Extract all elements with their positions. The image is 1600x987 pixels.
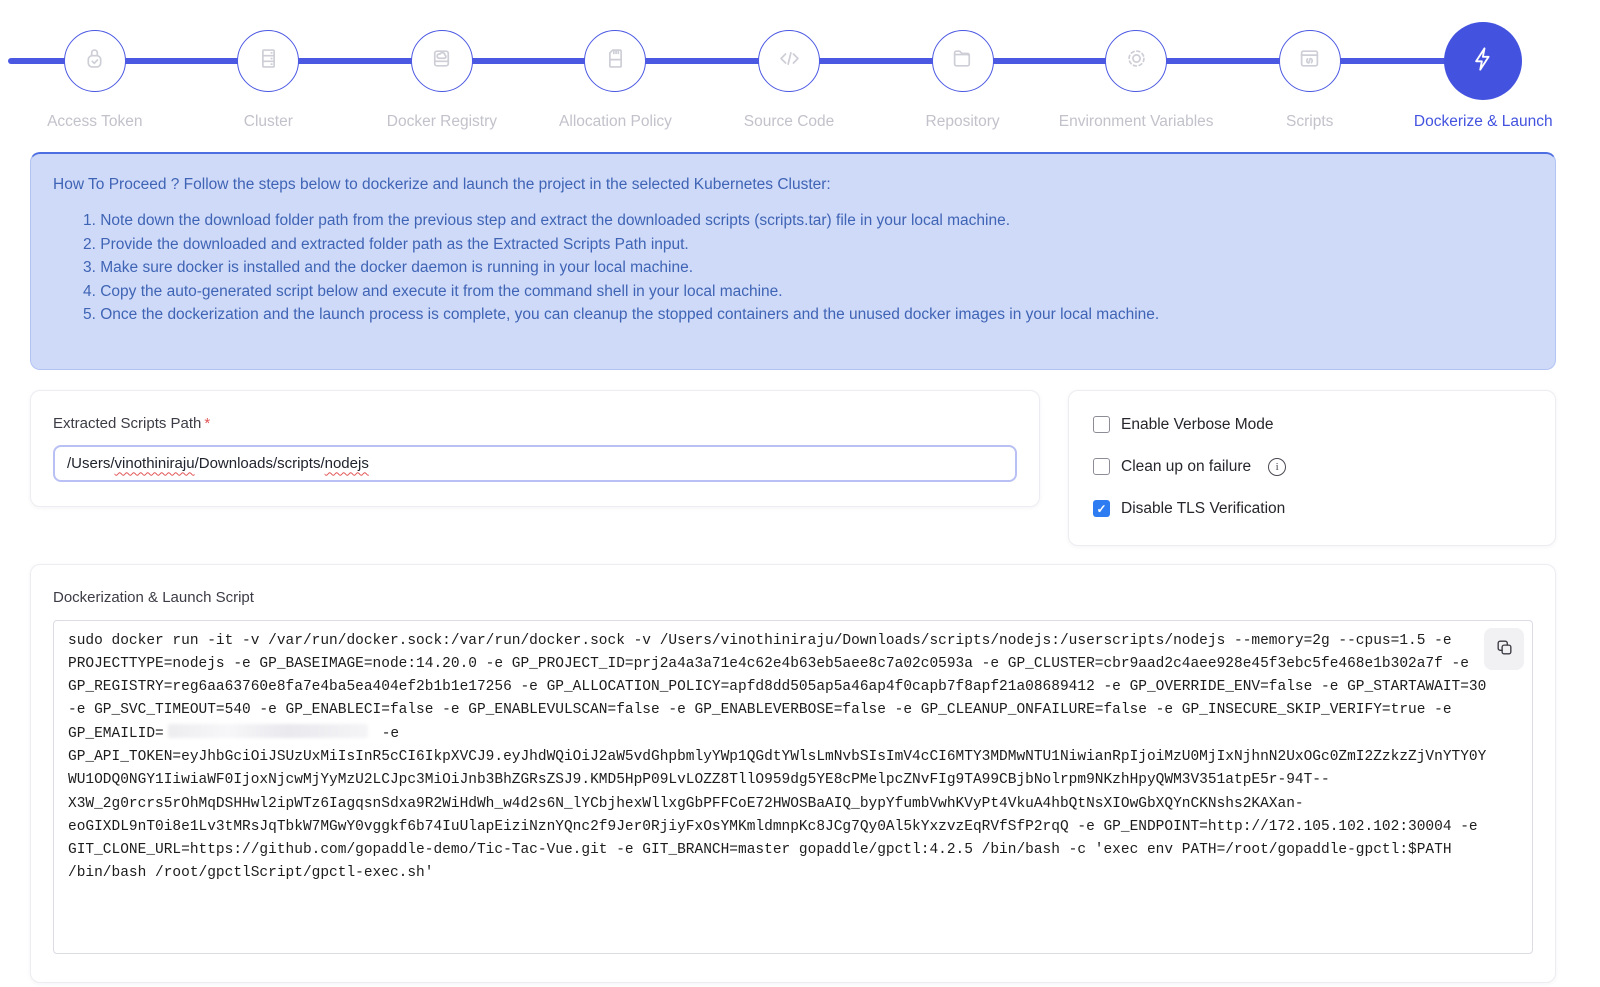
gear-icon: [1123, 45, 1150, 77]
checkbox-label: Enable Verbose Mode: [1121, 416, 1274, 434]
howto-step: 2. Provide the downloaded and extracted …: [83, 233, 1531, 257]
howto-step: 3. Make sure docker is installed and the…: [83, 256, 1531, 280]
server-icon: [255, 45, 282, 77]
step-label: Allocation Policy: [559, 113, 672, 131]
step-cluster[interactable]: Cluster: [182, 22, 356, 131]
option-enable-verbose-mode: Enable Verbose Mode: [1093, 416, 1531, 434]
code-line: WU1ODQ0NGY1IiwiaWF0IjoxNjcwMjYyMzU2LCJpc…: [68, 769, 1518, 792]
sd-card-icon: [602, 45, 629, 77]
script-title: Dockerization & Launch Script: [53, 589, 1533, 606]
step-source-code[interactable]: Source Code: [702, 22, 876, 131]
copy-icon: [1495, 638, 1514, 660]
extracted-scripts-path-label: Extracted Scripts Path*: [53, 415, 1017, 432]
checkbox-label: Clean up on failure: [1121, 458, 1251, 476]
option-clean-up-on-failure: Clean up on failure i: [1093, 458, 1531, 476]
clean-up-on-failure-checkbox[interactable]: [1093, 458, 1110, 475]
copy-script-button[interactable]: [1484, 628, 1524, 670]
wizard-stepper: Access Token Cluster Docker Registry: [8, 0, 1570, 148]
checkbox-label: Disable TLS Verification: [1121, 500, 1285, 518]
infobox-title: How To Proceed ? Follow the steps below …: [53, 176, 1531, 194]
script-window-icon: [1296, 45, 1323, 77]
step-label: Source Code: [744, 113, 834, 131]
step-environment-variables[interactable]: Environment Variables: [1049, 22, 1223, 131]
code-line: PROJECTTYPE=nodejs -e GP_BASEIMAGE=node:…: [68, 653, 1518, 676]
howto-step: 1. Note down the download folder path fr…: [83, 209, 1531, 233]
step-docker-registry[interactable]: Docker Registry: [355, 22, 529, 131]
howto-step: 5. Once the dockerization and the launch…: [83, 303, 1531, 327]
lightning-icon: [1468, 44, 1498, 79]
extracted-scripts-path-input[interactable]: /Users/vinothiniraju/Downloads/scripts/n…: [53, 445, 1017, 482]
code-line: GP_API_TOKEN=eyJhbGciOiJSUzUxMiIsInR5cCI…: [68, 746, 1518, 769]
step-label: Environment Variables: [1059, 113, 1214, 131]
step-dockerize-launch[interactable]: Dockerize & Launch: [1397, 22, 1571, 131]
code-line-email: GP_EMAILID=-e: [68, 723, 1518, 746]
option-disable-tls-verification: ✓ Disable TLS Verification: [1093, 500, 1531, 518]
redacted-email-value: [168, 724, 368, 738]
disable-tls-verification-checkbox[interactable]: ✓: [1093, 500, 1110, 517]
info-icon[interactable]: i: [1268, 458, 1286, 476]
step-label: Scripts: [1286, 113, 1333, 131]
extracted-scripts-path-card: Extracted Scripts Path* /Users/vinothini…: [30, 390, 1040, 507]
dockerization-script-card: Dockerization & Launch Script sudo docke…: [30, 564, 1556, 983]
step-scripts[interactable]: Scripts: [1223, 22, 1397, 131]
step-label: Repository: [926, 113, 1000, 131]
code-line: GP_REGISTRY=reg6aa63760e8fa7e4ba5ea404ef…: [68, 676, 1518, 699]
code-icon: [776, 45, 803, 77]
lock-icon: [81, 45, 108, 77]
how-to-proceed-infobox: How To Proceed ? Follow the steps below …: [30, 152, 1556, 370]
code-line: /bin/bash /root/gpctlScript/gpctl-exec.s…: [68, 862, 1518, 885]
required-marker: *: [204, 415, 210, 432]
script-code-box: sudo docker run -it -v /var/run/docker.s…: [53, 620, 1533, 954]
enable-verbose-mode-checkbox[interactable]: [1093, 416, 1110, 433]
registry-icon: [428, 45, 455, 77]
code-line: X3W_2g0rcrs5rOhMqDSHHwl2ipWTz6IagqsnSdxa…: [68, 793, 1518, 816]
step-label: Access Token: [47, 113, 142, 131]
howto-step: 4. Copy the auto-generated script below …: [83, 280, 1531, 304]
step-label: Cluster: [244, 113, 293, 131]
step-access-token[interactable]: Access Token: [8, 22, 182, 131]
code-line: -e GP_SVC_TIMEOUT=540 -e GP_ENABLECI=fal…: [68, 699, 1518, 722]
code-line: sudo docker run -it -v /var/run/docker.s…: [68, 630, 1518, 653]
step-label: Docker Registry: [387, 113, 497, 131]
step-repository[interactable]: Repository: [876, 22, 1050, 131]
step-label: Dockerize & Launch: [1414, 113, 1553, 131]
code-line: GIT_CLONE_URL=https://github.com/gopaddl…: [68, 839, 1518, 862]
launch-options-card: Enable Verbose Mode Clean up on failure …: [1068, 390, 1556, 546]
step-allocation-policy[interactable]: Allocation Policy: [529, 22, 703, 131]
code-line: eoGIXDL9nT0i8e1Lv3tMRsJqTbkW7MGwY0vggkf6…: [68, 816, 1518, 839]
folder-icon: [949, 45, 976, 77]
